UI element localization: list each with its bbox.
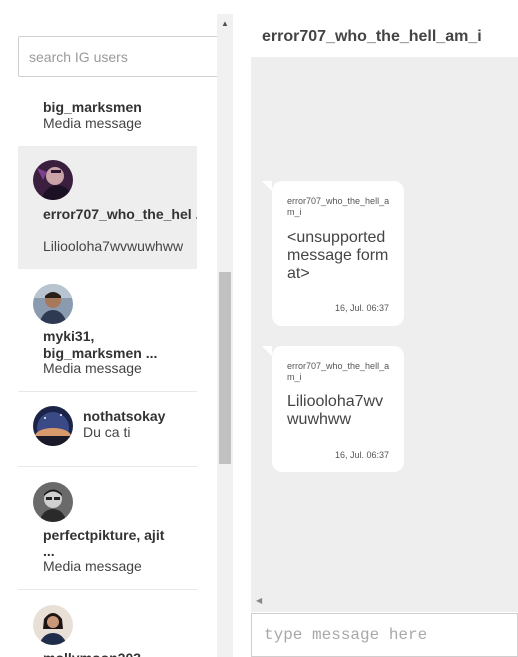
conversation-item[interactable]: big_marksmen Media message <box>18 94 197 146</box>
message-text: <unsupported message format> <box>287 229 389 282</box>
conversation-name: nothatsokay <box>83 408 166 424</box>
scroll-up-arrow-icon[interactable]: ▲ <box>217 14 233 32</box>
avatar <box>33 284 73 324</box>
message-timestamp: 16, Jul. 06:37 <box>334 450 389 460</box>
conversation-name: big_marksmen <box>43 99 142 115</box>
conversation-item-active[interactable]: error707_who_the_hel ... Liliooloha7wvwu… <box>18 146 197 269</box>
conversation-name-line1: perfectpikture, ajit <box>43 527 165 543</box>
conversation-sidebar: big_marksmen Media message error707_who_… <box>0 0 233 657</box>
avatar <box>33 406 73 446</box>
conversation-name: mollymoon203 <box>43 650 141 657</box>
conversation-item[interactable]: nothatsokay Du ca ti <box>18 392 197 467</box>
conversation-name: error707_who_the_hel ... <box>43 206 197 222</box>
message-sender: error707_who_the_hell_am_i <box>287 196 390 217</box>
conversation-preview: Media message <box>43 115 142 131</box>
message-timestamp: 16, Jul. 06:37 <box>334 303 389 313</box>
conversation-name-line2: big_marksmen ... <box>43 345 158 361</box>
conversation-preview: Liliooloha7wvwuwhww <box>43 238 184 254</box>
conversation-item[interactable]: myki31, big_marksmen ... Media message <box>18 269 197 392</box>
conversation-item[interactable]: mollymoon203 <box>18 590 197 657</box>
conversation-name-line1: myki31, <box>43 328 95 344</box>
conversation-name-line2: ... <box>43 543 55 559</box>
avatar <box>33 482 73 522</box>
search-input[interactable] <box>18 36 220 77</box>
avatar <box>33 160 73 200</box>
scrollbar-thumb[interactable] <box>219 272 231 464</box>
chat-title: error707_who_the_hell_am_i <box>262 28 482 45</box>
conversation-item[interactable]: perfectpikture, ajit ... Media message <box>18 467 197 590</box>
conversation-preview: Media message <box>43 558 142 574</box>
message-bubble: error707_who_the_hell_am_i Liliooloha7wv… <box>262 346 404 472</box>
scroll-left-arrow-icon[interactable]: ◀ <box>256 596 262 605</box>
conversation-preview: Media message <box>43 360 142 376</box>
message-thread[interactable] <box>251 57 518 612</box>
avatar <box>33 605 73 645</box>
message-input[interactable] <box>251 613 518 657</box>
app-root: big_marksmen Media message error707_who_… <box>0 0 518 657</box>
message-sender: error707_who_the_hell_am_i <box>287 361 390 382</box>
message-text: Liliooloha7wvwuwhww <box>287 393 384 428</box>
message-bubble: error707_who_the_hell_am_i <unsupported … <box>262 181 404 326</box>
conversation-preview: Du ca ti <box>83 424 131 440</box>
